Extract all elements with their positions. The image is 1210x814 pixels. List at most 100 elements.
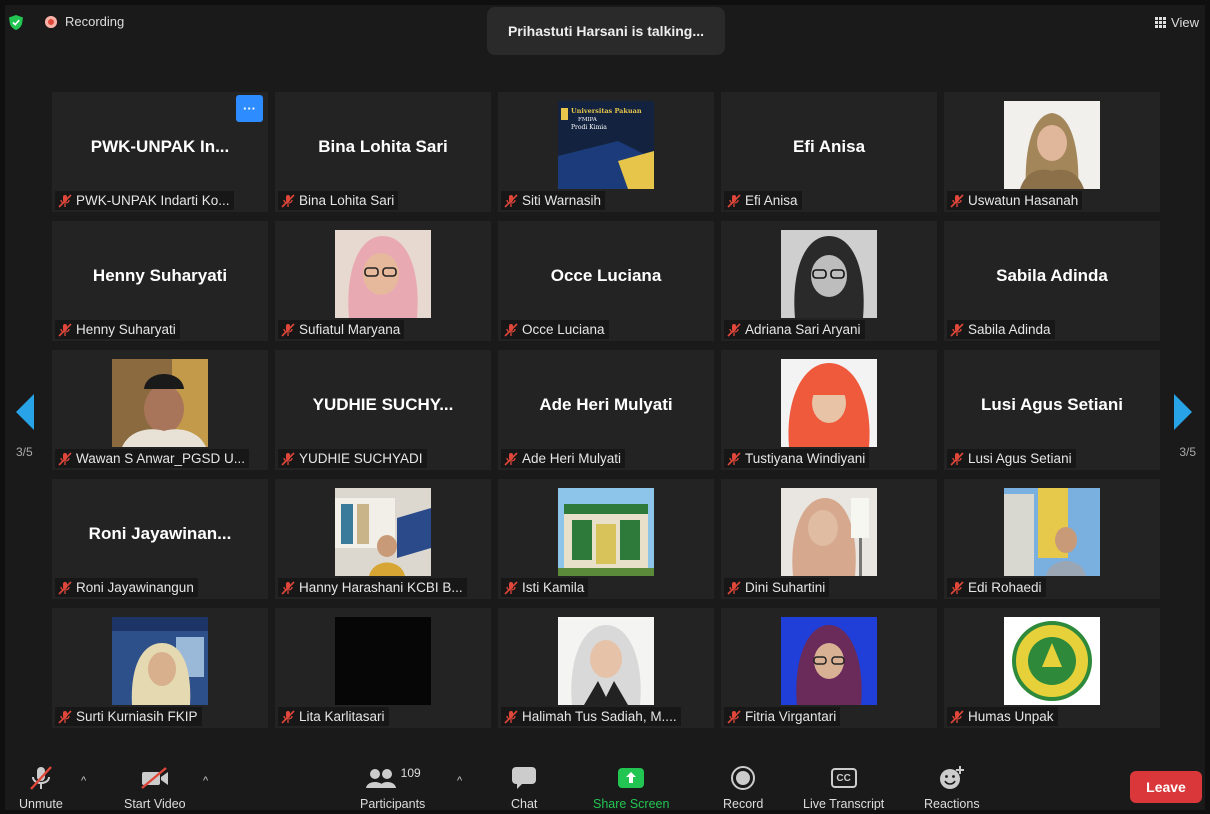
participant-name-label: Adriana Sari Aryani [724,320,865,339]
muted-microphone-icon [30,766,52,790]
participant-tile[interactable]: Ade Heri Mulyati Ade Heri Mulyati [498,350,714,470]
participant-tile[interactable]: Lusi Agus Setiani Lusi Agus Setiani [944,350,1160,470]
participant-display-name: PWK-UNPAK In... [90,137,230,156]
unmute-label: Unmute [19,797,63,810]
participant-name: Uswatun Hasanah [968,193,1079,208]
participant-video [558,488,654,576]
video-text: Prodi Kimia [571,124,607,131]
participant-video [112,359,208,447]
chat-button[interactable]: Chat [511,765,537,810]
participant-name-label: Siti Warnasih [501,191,606,210]
participant-name-label: Roni Jayawinangun [55,578,198,597]
participant-name: Lusi Agus Setiani [968,451,1072,466]
participant-display-name: Efi Anisa [792,137,866,156]
participant-tile[interactable]: Dini Suhartini [721,479,937,599]
muted-mic-icon [727,451,741,466]
participant-name: YUDHIE SUCHYADI [299,451,423,466]
participant-name-label: PWK-UNPAK Indarti Ko... [55,191,234,210]
participant-tile[interactable]: Occe Luciana Occe Luciana [498,221,714,341]
participant-tile[interactable]: Universitas Pakuan FMIPA Prodi Kimia Sit… [498,92,714,212]
participant-tile[interactable]: Sabila Adinda Sabila Adinda [944,221,1160,341]
participant-tile[interactable]: Wawan S Anwar_PGSD U... [52,350,268,470]
participant-name: Surti Kurniasih FKIP [76,709,198,724]
leave-meeting-button[interactable]: Leave [1130,771,1202,803]
participant-video [781,359,877,447]
muted-mic-icon [504,193,518,208]
participants-button[interactable]: 109 Participants [360,765,425,810]
unmute-button[interactable]: Unmute [19,765,63,810]
participant-tile[interactable]: Tustiyana Windiyani [721,350,937,470]
participants-options-chevron-icon[interactable]: ^ [457,775,462,787]
participant-tile[interactable]: Humas Unpak [944,608,1160,728]
participant-video [112,617,208,705]
participant-name: Adriana Sari Aryani [745,322,861,337]
participant-name-label: Henny Suharyati [55,320,180,339]
muted-mic-icon [950,451,964,466]
record-button[interactable]: Record [723,765,763,810]
muted-mic-icon [281,709,295,724]
participant-tile[interactable]: Hanny Harashani KCBI B... [275,479,491,599]
participant-tile[interactable]: Uswatun Hasanah [944,92,1160,212]
participant-video [335,488,431,576]
participant-tile[interactable]: Efi Anisa Efi Anisa [721,92,937,212]
view-button[interactable]: View [1155,15,1199,30]
participant-video [781,230,877,318]
participant-tile[interactable]: Sufiatul Maryana [275,221,491,341]
muted-mic-icon [504,709,518,724]
participant-video: Universitas Pakuan FMIPA Prodi Kimia [558,101,654,189]
participant-tile[interactable]: Adriana Sari Aryani [721,221,937,341]
participant-tile[interactable]: Halimah Tus Sadiah, M.... [498,608,714,728]
live-transcript-label: Live Transcript [803,797,885,810]
audio-options-chevron-icon[interactable]: ^ [81,775,86,787]
participant-video [781,488,877,576]
participant-display-name: Roni Jayawinan... [88,524,232,543]
participant-display-name: YUDHIE SUCHY... [312,395,454,414]
video-text: Universitas Pakuan [571,107,642,115]
participant-name-label: Efi Anisa [724,191,802,210]
participant-tile[interactable]: Edi Rohaedi [944,479,1160,599]
muted-mic-icon [281,451,295,466]
next-page-arrow-icon[interactable] [1172,393,1194,431]
participant-name: Efi Anisa [745,193,798,208]
participant-display-name: Lusi Agus Setiani [980,395,1123,414]
more-options-button[interactable]: ··· [236,95,263,122]
active-speaker-banner: Prihastuti Harsani is talking... [487,7,725,55]
live-transcript-button[interactable]: CC Live Transcript [803,765,884,810]
participant-tile[interactable]: Fitria Virgantari [721,608,937,728]
participant-tile[interactable]: Surti Kurniasih FKIP [52,608,268,728]
participant-tile[interactable]: Isti Kamila [498,479,714,599]
muted-mic-icon [58,709,72,724]
chat-bubble-icon [512,767,537,789]
participant-display-name: Ade Heri Mulyati [539,395,673,414]
start-video-button[interactable]: Start Video [124,765,186,810]
gallery-grid: ··· PWK-UNPAK In... PWK-UNPAK Indarti Ko… [52,92,1162,732]
reactions-button[interactable]: Reactions [924,765,980,810]
participant-name: Tustiyana Windiyani [745,451,866,466]
recording-indicator[interactable]: Recording [45,14,124,29]
participant-name: Siti Warnasih [522,193,602,208]
participant-tile[interactable]: YUDHIE SUCHY... YUDHIE SUCHYADI [275,350,491,470]
share-screen-label: Share Screen [593,797,670,810]
previous-page-arrow-icon[interactable] [14,393,36,431]
participant-display-name: Henny Suharyati [92,266,228,285]
participant-name-label: Fitria Virgantari [724,707,841,726]
share-screen-button[interactable]: Share Screen [593,765,669,810]
recording-label: Recording [65,14,125,29]
participant-name-label: Occe Luciana [501,320,609,339]
participant-video [335,617,431,705]
muted-mic-icon [950,709,964,724]
participant-name: Wawan S Anwar_PGSD U... [76,451,246,466]
participant-tile[interactable]: Lita Karlitasari [275,608,491,728]
participant-tile[interactable]: Roni Jayawinan... Roni Jayawinangun [52,479,268,599]
muted-mic-icon [727,193,741,208]
video-options-chevron-icon[interactable]: ^ [203,775,208,787]
security-shield-icon[interactable] [9,15,23,30]
zoom-meeting-window: Recording Prihastuti Harsani is talking.… [5,5,1205,810]
muted-mic-icon [58,451,72,466]
participant-tile[interactable]: Bina Lohita Sari Bina Lohita Sari [275,92,491,212]
reactions-smiley-icon [939,766,964,789]
participant-video [781,617,877,705]
start-video-label: Start Video [124,797,186,810]
participant-tile[interactable]: Henny Suharyati Henny Suharyati [52,221,268,341]
participant-tile[interactable]: ··· PWK-UNPAK In... PWK-UNPAK Indarti Ko… [52,92,268,212]
